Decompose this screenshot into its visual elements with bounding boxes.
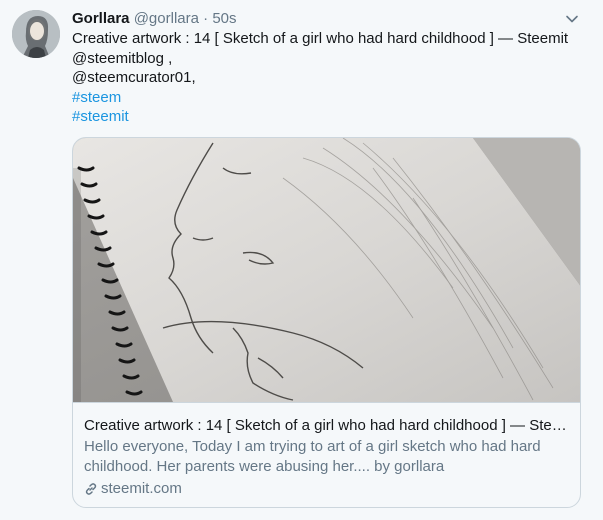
link-preview-card[interactable]: Creative artwork : 14 [ Sketch of a girl… <box>72 137 581 508</box>
card-description: Hello everyone, Today I am trying to art… <box>84 438 541 475</box>
hashtag-steem[interactable]: #steem <box>72 88 587 108</box>
tweet-mention-line: @steemcurator01, <box>72 69 196 86</box>
tweet-text: Creative artwork : 14 [ Sketch of a girl… <box>72 29 587 127</box>
tweet[interactable]: Gorllara @gorllara · 50s Creative artwor… <box>0 0 603 520</box>
separator-dot: · <box>203 10 209 27</box>
card-title[interactable]: Creative artwork : 14 [ Sketch of a girl… <box>84 416 571 436</box>
avatar[interactable] <box>12 10 60 58</box>
hashtag-steemit[interactable]: #steemit <box>72 107 587 127</box>
card-divider <box>73 402 580 403</box>
link-icon <box>85 483 97 495</box>
card-domain-row: steemit.com <box>84 479 182 499</box>
tweet-line: Creative artwork : 14 [ Sketch of a girl… <box>72 30 569 47</box>
chevron-down-icon <box>566 15 578 23</box>
tweet-mention-line: @steemitblog , <box>72 49 173 67</box>
author-name[interactable]: Gorllara <box>72 10 130 27</box>
avatar-image <box>12 10 60 58</box>
card-domain: steemit.com <box>101 480 182 497</box>
tweet-header: Gorllara @gorllara · 50s <box>72 9 237 29</box>
author-handle[interactable]: @gorllara <box>134 10 199 27</box>
timestamp[interactable]: 50s <box>212 10 236 27</box>
more-options-button[interactable] <box>563 10 581 28</box>
card-image <box>73 138 580 402</box>
